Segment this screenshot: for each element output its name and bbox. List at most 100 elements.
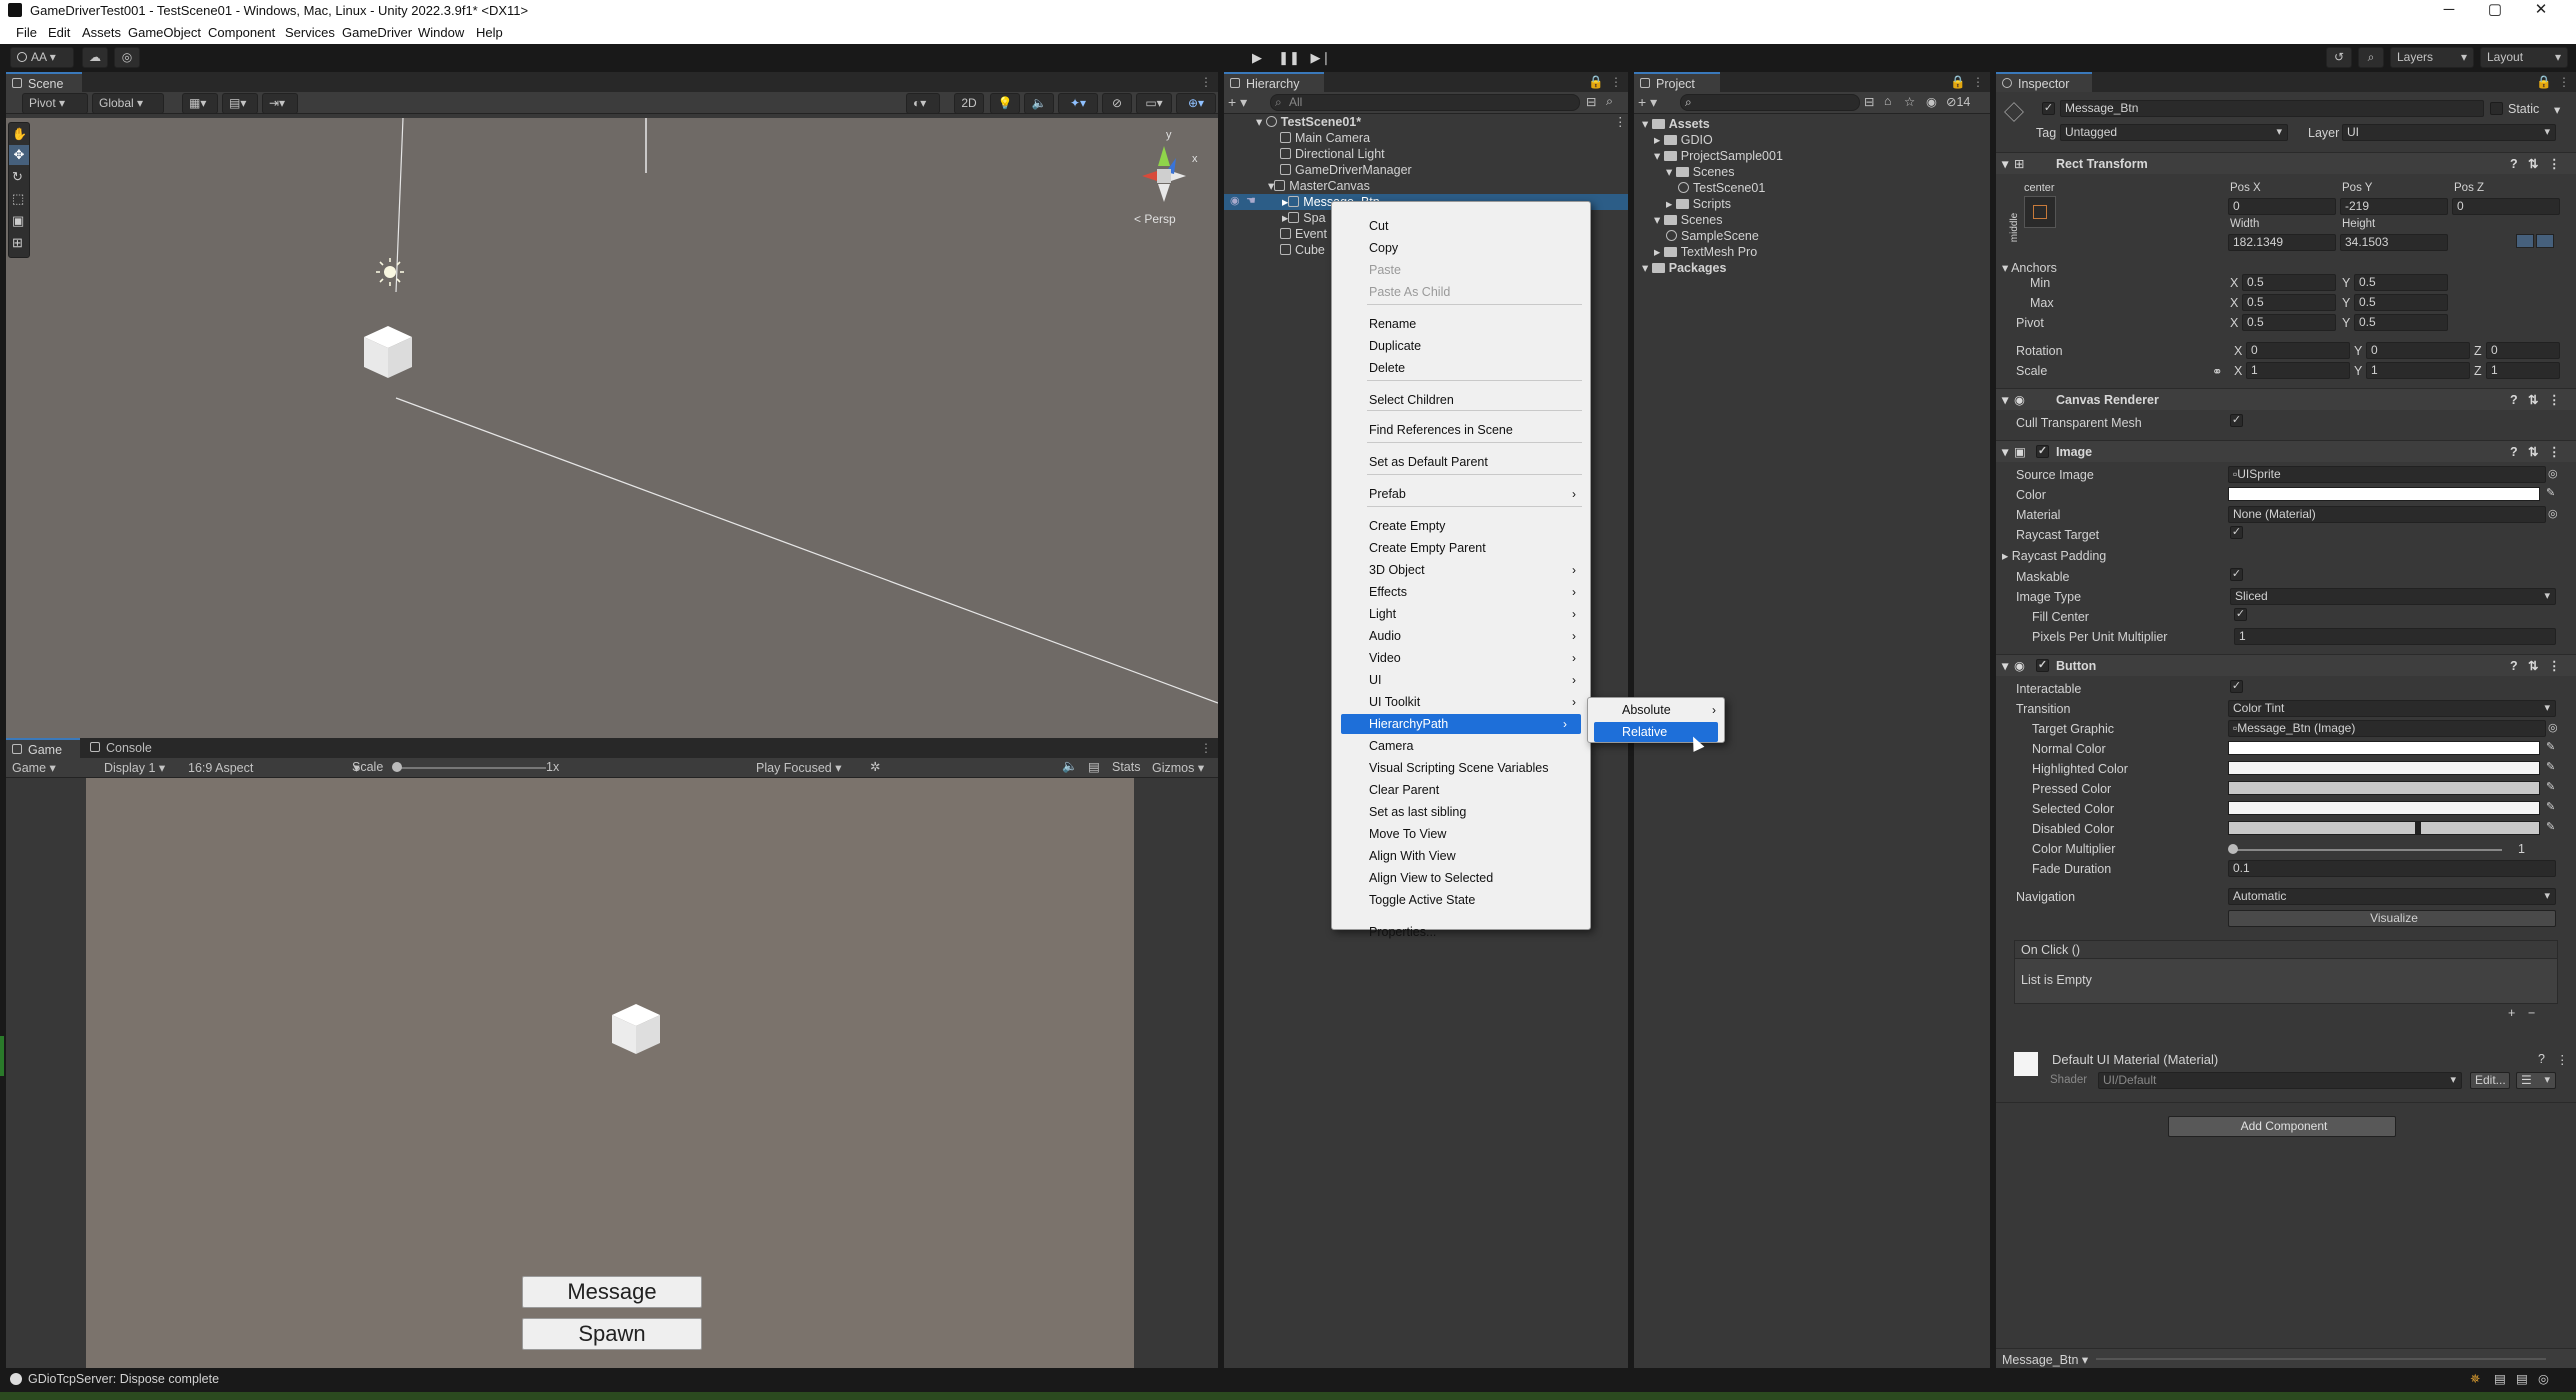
- menu-item-ui[interactable]: UI ›: [1332, 670, 1590, 690]
- anchor-max-x-field[interactable]: 0.5: [2242, 294, 2336, 311]
- progress-icon[interactable]: ✵: [2470, 1371, 2480, 1386]
- maskable-checkbox[interactable]: ✓: [2230, 568, 2243, 581]
- game-tab-menu-icon[interactable]: ⋮: [1200, 741, 1212, 755]
- stats-button[interactable]: Stats: [1112, 760, 1141, 774]
- transform-tool-icon[interactable]: ⊞: [12, 235, 23, 251]
- active-checkbox[interactable]: ✓: [2042, 102, 2055, 115]
- account-dropdown[interactable]: AA ▾: [10, 47, 74, 68]
- shader-menu-icon[interactable]: ☰: [2516, 1072, 2556, 1089]
- eyedropper-icon[interactable]: ✎: [2546, 760, 2555, 773]
- scale-y-field[interactable]: 1: [2366, 362, 2470, 379]
- preset-icon[interactable]: ⇅: [2528, 389, 2538, 411]
- visibility-eye-icon[interactable]: ◉: [1230, 194, 1240, 207]
- project-add-button[interactable]: + ▾: [1638, 94, 1657, 111]
- menu-item-clear-parent[interactable]: Clear Parent: [1332, 780, 1590, 800]
- menu-item-cut[interactable]: Cut: [1332, 216, 1590, 236]
- pause-button[interactable]: ❚❚: [1274, 47, 1304, 69]
- scene-root-menu-icon[interactable]: ⋮: [1614, 114, 1627, 129]
- source-image-field[interactable]: ▫UISprite: [2228, 466, 2546, 483]
- foldout-icon[interactable]: ▾: [1666, 165, 1676, 179]
- lighting-icon[interactable]: 💡: [990, 93, 1020, 114]
- hand-tool-icon[interactable]: ✋: [12, 127, 27, 141]
- anchors-foldout[interactable]: ▾ Anchors: [2002, 260, 2057, 275]
- pickable-hand-icon[interactable]: ☚: [1246, 194, 1256, 207]
- game-viewport[interactable]: Message Spawn: [86, 778, 1134, 1368]
- stats-icon[interactable]: ▤: [1088, 759, 1100, 774]
- hierarchy-item-gamedrivermanager[interactable]: GameDriverManager: [1280, 162, 1412, 178]
- foldout-icon[interactable]: ▸: [1666, 197, 1676, 211]
- component-menu-icon[interactable]: ⋮: [2548, 655, 2561, 677]
- pressed-color-swatch[interactable]: [2228, 781, 2540, 795]
- object-picker-icon[interactable]: ◎: [2548, 507, 2558, 520]
- menu-item-toggle-active-state[interactable]: Toggle Active State: [1332, 890, 1590, 910]
- menu-assets[interactable]: Assets: [82, 25, 121, 40]
- add-event-button[interactable]: +: [2508, 1006, 2515, 1020]
- menu-item-camera[interactable]: Camera: [1332, 736, 1590, 756]
- eyedropper-icon[interactable]: ✎: [2546, 820, 2555, 833]
- selected-color-swatch[interactable]: [2228, 801, 2540, 815]
- gizmos-scene-icon[interactable]: ⊕▾: [1176, 93, 1216, 114]
- menu-item-ui-toolkit[interactable]: UI Toolkit ›: [1332, 692, 1590, 712]
- tag-dropdown[interactable]: Untagged: [2060, 124, 2288, 141]
- component-menu-icon[interactable]: ⋮: [2548, 389, 2561, 411]
- menu-item-move-to-view[interactable]: Move To View: [1332, 824, 1590, 844]
- pivot-y-field[interactable]: 0.5: [2354, 314, 2448, 331]
- message-button[interactable]: Message: [522, 1276, 702, 1308]
- project-tab-menu-icon[interactable]: ⋮: [1972, 75, 1984, 89]
- project-item-scenes[interactable]: ▾ Scenes: [1654, 212, 1722, 228]
- tab-hierarchy[interactable]: Hierarchy: [1224, 72, 1324, 92]
- menu-item-duplicate[interactable]: Duplicate: [1332, 336, 1590, 356]
- minimize-icon[interactable]: ─: [2426, 0, 2472, 20]
- blueprint-mode-icon[interactable]: [2516, 234, 2534, 248]
- collab-status-icon[interactable]: ▤: [2516, 1371, 2528, 1386]
- project-item-packages[interactable]: ▾ Packages: [1642, 260, 1726, 276]
- menu-item-align-with-view[interactable]: Align With View: [1332, 846, 1590, 866]
- anchor-min-x-field[interactable]: 0.5: [2242, 274, 2336, 291]
- hierarchy-item-directional-light[interactable]: Directional Light: [1280, 146, 1385, 162]
- component-menu-icon[interactable]: ⋮: [2548, 441, 2561, 463]
- rotate-tool-icon[interactable]: ↻: [12, 169, 23, 185]
- tab-console[interactable]: Console: [84, 738, 174, 758]
- history-icon[interactable]: ↺: [2326, 47, 2352, 68]
- effects-icon[interactable]: ✦▾: [1058, 93, 1098, 114]
- play-focused-dropdown[interactable]: Play Focused ▾: [756, 760, 841, 775]
- scene-cube[interactable]: [364, 326, 412, 378]
- menu-item-delete[interactable]: Delete: [1332, 358, 1590, 378]
- image-type-dropdown[interactable]: Sliced: [2230, 588, 2556, 605]
- menu-item-select-children[interactable]: Select Children: [1332, 390, 1590, 410]
- material-field[interactable]: None (Material): [2228, 506, 2546, 523]
- tab-scene[interactable]: Scene: [6, 72, 82, 92]
- anchor-min-y-field[interactable]: 0.5: [2354, 274, 2448, 291]
- menu-item-hierarchypath[interactable]: HierarchyPath ›: [1341, 714, 1581, 734]
- fill-center-checkbox[interactable]: ✓: [2234, 608, 2247, 621]
- posz-field[interactable]: 0: [2452, 198, 2560, 215]
- canvas-renderer-header[interactable]: ▾ ◉ Canvas Renderer ? ⇅ ⋮: [1996, 388, 2576, 410]
- eyedropper-icon[interactable]: ✎: [2546, 486, 2555, 499]
- hidden-count-icon[interactable]: ⊘14: [1946, 94, 1970, 109]
- hierarchy-item-cube[interactable]: Cube: [1280, 242, 1325, 258]
- scale-x-field[interactable]: 1: [2246, 362, 2350, 379]
- visualize-button[interactable]: Visualize: [2228, 910, 2556, 927]
- menu-component[interactable]: Component: [208, 25, 275, 40]
- pivot-dropdown[interactable]: Pivot ▾: [22, 93, 88, 114]
- collapse-icon[interactable]: ▾: [1256, 115, 1266, 129]
- status-message[interactable]: GDioTcpServer: Dispose complete: [28, 1372, 219, 1386]
- cloud-icon[interactable]: ☁: [82, 47, 108, 68]
- foldout-icon[interactable]: ▾: [1642, 261, 1652, 275]
- foldout-icon[interactable]: ▾: [2002, 441, 2008, 463]
- menu-item-create-empty-parent[interactable]: Create Empty Parent: [1332, 538, 1590, 558]
- foldout-icon[interactable]: ▸: [1654, 245, 1664, 259]
- help-icon[interactable]: ?: [2510, 441, 2518, 463]
- inspector-lock-icon[interactable]: 🔒: [2536, 75, 2552, 90]
- static-dropdown-icon[interactable]: ▾: [2554, 102, 2560, 117]
- target-graphic-field[interactable]: ▫Message_Btn (Image): [2228, 720, 2546, 737]
- play-button[interactable]: ▶: [1242, 47, 1272, 69]
- raycast-target-checkbox[interactable]: ✓: [2230, 526, 2243, 539]
- project-item-assets[interactable]: ▾ Assets: [1642, 116, 1710, 132]
- scene-tab-menu-icon[interactable]: ⋮: [1200, 75, 1212, 89]
- pivot-x-field[interactable]: 0.5: [2242, 314, 2336, 331]
- foldout-icon[interactable]: ▾: [2002, 153, 2008, 175]
- game-mode-dropdown[interactable]: Game ▾: [12, 760, 56, 775]
- object-picker-icon[interactable]: ◎: [2548, 721, 2558, 734]
- hierarchy-search-input[interactable]: ⌕ All: [1270, 94, 1580, 111]
